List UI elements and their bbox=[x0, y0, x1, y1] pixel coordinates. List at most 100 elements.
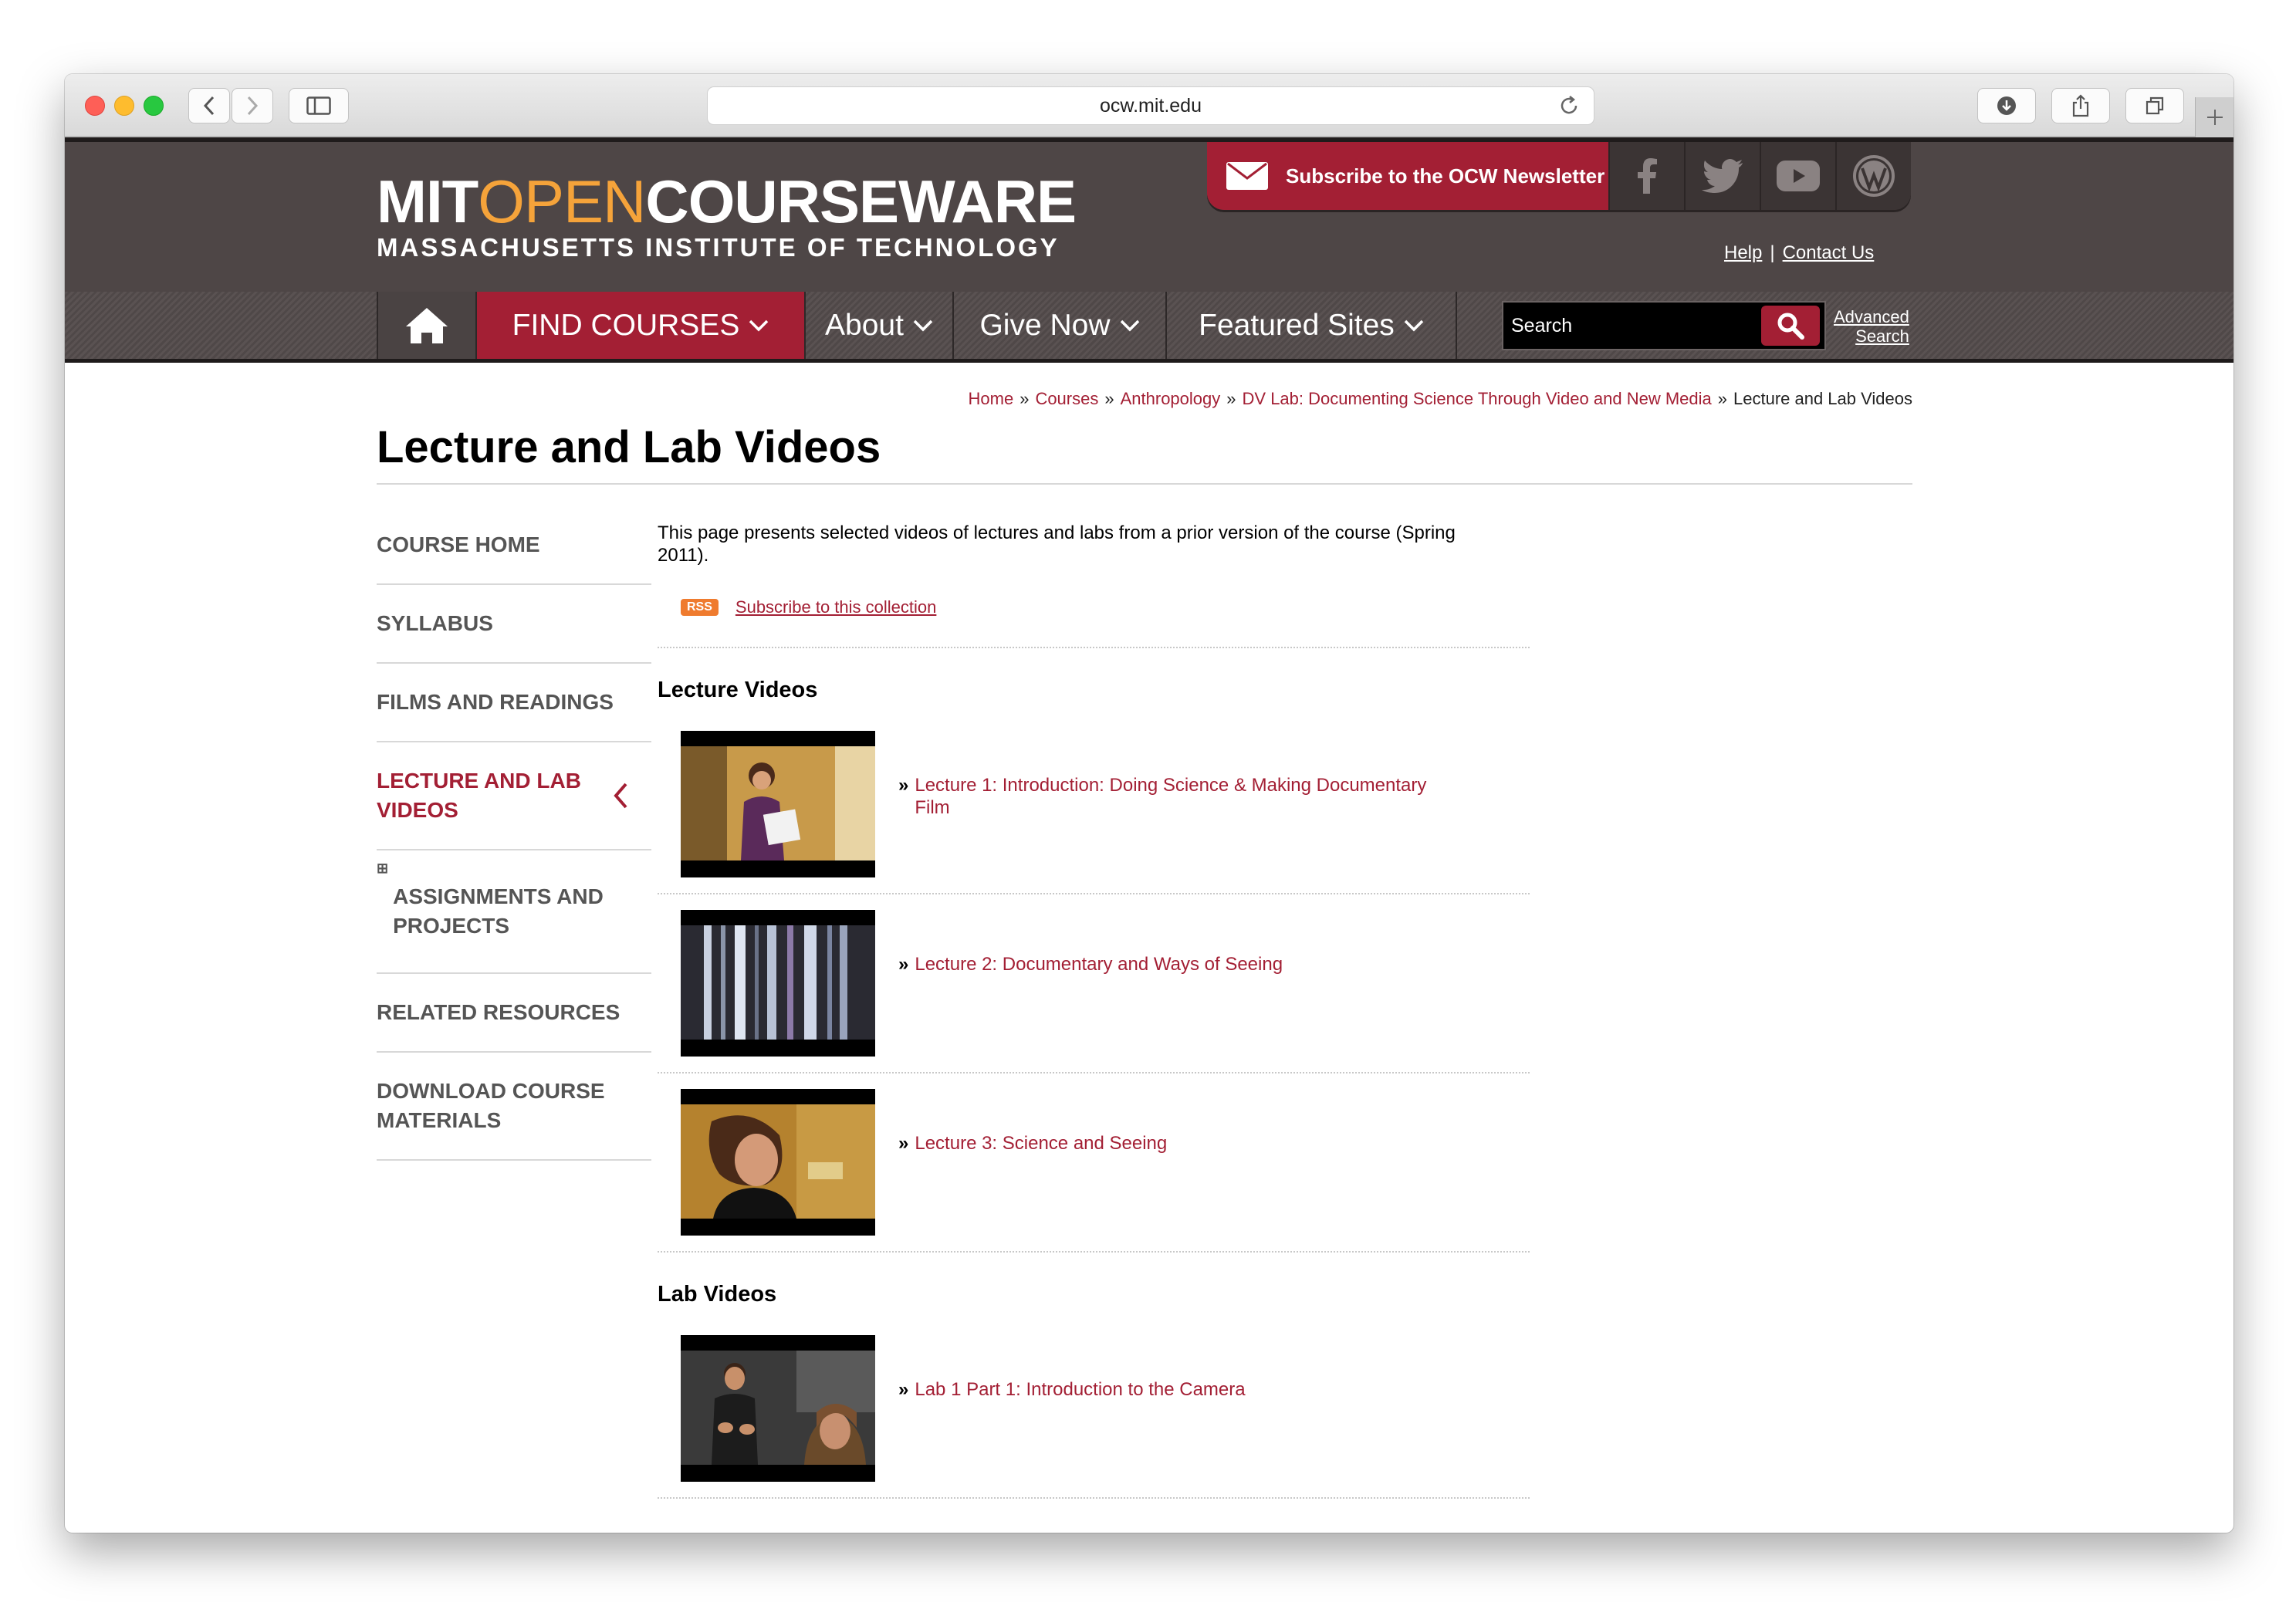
chevron-down-icon bbox=[1404, 320, 1424, 331]
video-thumbnail[interactable] bbox=[681, 1335, 875, 1482]
nav-about[interactable]: About bbox=[804, 292, 952, 359]
breadcrumb-separator: » bbox=[1020, 389, 1030, 408]
zoom-window-button[interactable] bbox=[144, 96, 164, 116]
title-divider bbox=[377, 483, 1912, 485]
sidebar-toggle-button[interactable] bbox=[289, 88, 349, 123]
youtube-link[interactable] bbox=[1760, 142, 1835, 210]
nav-home-button[interactable] bbox=[377, 292, 475, 359]
ocw-logo[interactable]: MITOPENCOURSEWARE MASSACHUSETTS INSTITUT… bbox=[377, 171, 1077, 262]
site-header: MITOPENCOURSEWARE MASSACHUSETTS INSTITUT… bbox=[65, 137, 2233, 292]
newsletter-button[interactable]: Subscribe to the OCW Newsletter bbox=[1207, 142, 1608, 210]
breadcrumb-anthropology[interactable]: Anthropology bbox=[1121, 389, 1221, 408]
chevron-down-icon bbox=[913, 320, 933, 331]
rss-subscribe-link[interactable]: Subscribe to this collection bbox=[735, 597, 936, 617]
give-now-label: Give Now bbox=[979, 308, 1111, 342]
forward-button[interactable] bbox=[232, 88, 273, 123]
sidebar-item-label: LECTURE AND LAB VIDEOS bbox=[377, 769, 581, 822]
address-bar[interactable]: ocw.mit.edu bbox=[707, 86, 1594, 125]
chevron-down-icon bbox=[1120, 320, 1139, 331]
video-link[interactable]: » Lecture 3: Science and Seeing bbox=[898, 1132, 1454, 1155]
page-title: Lecture and Lab Videos bbox=[377, 422, 881, 472]
contact-us-link[interactable]: Contact Us bbox=[1783, 242, 1875, 263]
sidebar-item-label: FILMS AND READINGS bbox=[377, 690, 614, 714]
video-link[interactable]: » Lecture 1: Introduction: Doing Science… bbox=[898, 774, 1454, 819]
rss-icon[interactable]: RSS bbox=[681, 599, 719, 616]
download-icon bbox=[1997, 96, 2016, 115]
expand-icon[interactable]: ⊞ bbox=[377, 854, 388, 883]
breadcrumb-home[interactable]: Home bbox=[969, 389, 1014, 408]
video-title: Lecture 3: Science and Seeing bbox=[915, 1133, 1168, 1154]
facebook-icon bbox=[1638, 158, 1657, 194]
video-thumbnail[interactable] bbox=[681, 1089, 875, 1236]
help-link[interactable]: Help bbox=[1724, 242, 1762, 263]
chevron-down-icon bbox=[749, 320, 769, 331]
lab-videos-heading: Lab Videos bbox=[658, 1282, 777, 1307]
breadcrumb-courses[interactable]: Courses bbox=[1035, 389, 1098, 408]
video-item: » Lab 1 Part 1: Introduction to the Came… bbox=[658, 1335, 1530, 1499]
sidebar-item-download-course-materials[interactable]: DOWNLOAD COURSE MATERIALS bbox=[377, 1053, 651, 1161]
tabs-button[interactable] bbox=[2125, 88, 2184, 123]
search-input[interactable] bbox=[1503, 303, 1761, 349]
newsletter-label: Subscribe to the OCW Newsletter bbox=[1286, 164, 1605, 188]
bullet-raquo: » bbox=[898, 1379, 909, 1400]
facebook-link[interactable] bbox=[1608, 142, 1684, 210]
chevron-right-icon bbox=[247, 96, 259, 116]
browser-toolbar: ocw.mit.edu bbox=[65, 74, 2233, 137]
nav-featured-sites[interactable]: Featured Sites bbox=[1165, 292, 1457, 359]
breadcrumb-current: Lecture and Lab Videos bbox=[1733, 389, 1912, 408]
sidebar-item-label: RELATED RESOURCES bbox=[377, 1000, 620, 1024]
breadcrumb-course[interactable]: DV Lab: Documenting Science Through Vide… bbox=[1243, 389, 1712, 408]
wordpress-icon bbox=[1853, 155, 1895, 197]
youtube-icon bbox=[1777, 161, 1820, 191]
nav-items: FIND COURSES About Give Now Featured Sit… bbox=[377, 292, 1457, 359]
sidebar-item-films-and-readings[interactable]: FILMS AND READINGS bbox=[377, 664, 651, 742]
find-courses-label: FIND COURSES bbox=[512, 308, 740, 342]
search-button[interactable] bbox=[1761, 306, 1820, 346]
video-title: Lab 1 Part 1: Introduction to the Camera bbox=[915, 1379, 1246, 1400]
video-item: » Lecture 1: Introduction: Doing Science… bbox=[658, 731, 1530, 894]
plus-icon bbox=[2206, 110, 2223, 125]
twitter-link[interactable] bbox=[1684, 142, 1760, 210]
video-link[interactable]: » Lecture 2: Documentary and Ways of See… bbox=[898, 953, 1454, 975]
new-tab-button[interactable] bbox=[2195, 97, 2233, 137]
back-button[interactable] bbox=[188, 88, 230, 123]
sidebar-item-label: SYLLABUS bbox=[377, 611, 493, 635]
sidebar-item-lecture-and-lab-videos[interactable]: LECTURE AND LAB VIDEOS bbox=[377, 742, 651, 850]
sidebar-item-label: DOWNLOAD COURSE MATERIALS bbox=[377, 1079, 605, 1132]
search-box bbox=[1502, 301, 1826, 350]
downloads-button[interactable] bbox=[1977, 88, 2036, 123]
nav-give-now[interactable]: Give Now bbox=[952, 292, 1165, 359]
twitter-icon bbox=[1702, 159, 1743, 193]
sidebar-item-syllabus[interactable]: SYLLABUS bbox=[377, 585, 651, 664]
video-link[interactable]: » Lab 1 Part 1: Introduction to the Came… bbox=[898, 1378, 1454, 1401]
lab-1-thumbnail-image bbox=[681, 1351, 875, 1465]
main-content: This page presents selected videos of le… bbox=[658, 522, 1530, 1514]
video-thumbnail[interactable] bbox=[681, 731, 875, 877]
close-window-button[interactable] bbox=[85, 96, 105, 116]
breadcrumb: Home » Courses » Anthropology » DV Lab: Docume… bbox=[969, 389, 1913, 409]
sidebar-item-related-resources[interactable]: RELATED RESOURCES bbox=[377, 974, 651, 1053]
video-title: Lecture 2: Documentary and Ways of Seein… bbox=[915, 954, 1283, 975]
share-button[interactable] bbox=[2051, 88, 2110, 123]
wordpress-link[interactable] bbox=[1835, 142, 1911, 210]
chevron-left-icon bbox=[614, 783, 627, 809]
share-icon bbox=[2072, 94, 2089, 117]
nav-find-courses[interactable]: FIND COURSES bbox=[475, 292, 804, 359]
video-item: » Lecture 2: Documentary and Ways of See… bbox=[658, 910, 1530, 1073]
video-thumbnail[interactable] bbox=[681, 910, 875, 1057]
video-title: Lecture 1: Introduction: Doing Science &… bbox=[915, 775, 1427, 818]
home-icon bbox=[406, 307, 448, 343]
search-icon bbox=[1777, 313, 1804, 340]
advanced-search-link[interactable]: Advanced Search bbox=[1834, 307, 1909, 346]
envelope-icon bbox=[1226, 162, 1268, 190]
help-separator: | bbox=[1770, 242, 1775, 263]
sidebar-item-course-home[interactable]: COURSE HOME bbox=[377, 506, 651, 585]
logo-subtitle: MASSACHUSETTS INSTITUTE OF TECHNOLOGY bbox=[377, 233, 1060, 262]
featured-sites-label: Featured Sites bbox=[1199, 308, 1395, 342]
reload-icon[interactable] bbox=[1557, 93, 1581, 118]
sidebar-item-label: ASSIGNMENTS AND PROJECTS bbox=[393, 884, 604, 938]
main-nav: FIND COURSES About Give Now Featured Sit… bbox=[65, 292, 2233, 363]
minimize-window-button[interactable] bbox=[114, 96, 134, 116]
sidebar-item-assignments-and-projects[interactable]: ⊞ ASSIGNMENTS AND PROJECTS bbox=[377, 850, 651, 974]
breadcrumb-separator: » bbox=[1717, 389, 1727, 408]
